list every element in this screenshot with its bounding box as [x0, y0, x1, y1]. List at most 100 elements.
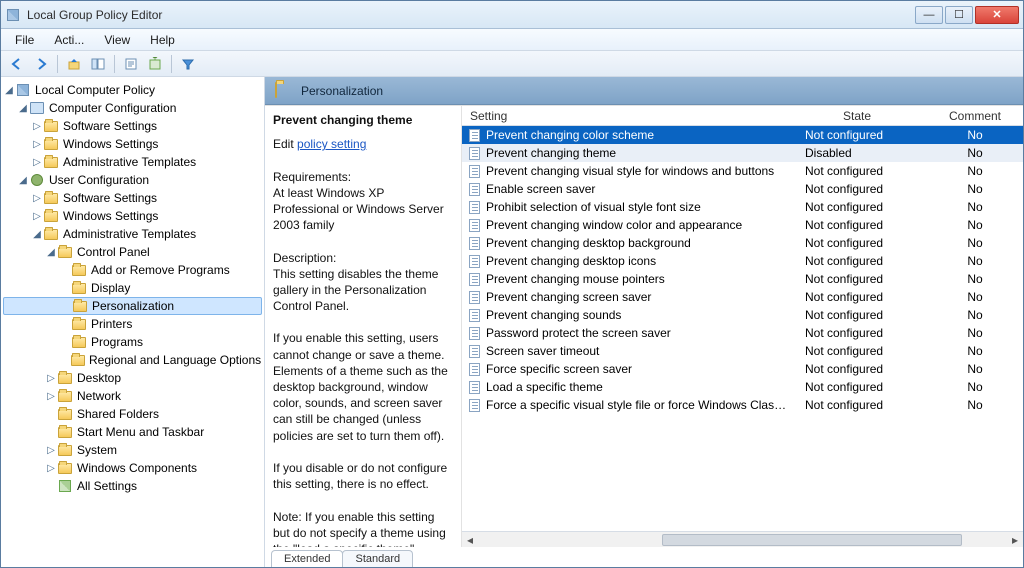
setting-row[interactable]: Prevent changing desktop backgroundNot c…	[462, 234, 1023, 252]
column-state[interactable]: State	[787, 109, 927, 123]
column-comment[interactable]: Comment	[927, 109, 1023, 123]
filter-button[interactable]	[178, 54, 198, 74]
up-button[interactable]	[64, 54, 84, 74]
tree-item[interactable]: Programs	[3, 333, 262, 351]
setting-name: Force a specific visual style file or fo…	[486, 398, 787, 412]
tree-item[interactable]: ▷Desktop	[3, 369, 262, 387]
view-tabs: Extended Standard	[265, 547, 1023, 567]
caret-icon[interactable]: ▷	[45, 391, 57, 402]
tree-item[interactable]: Printers	[3, 315, 262, 333]
tree-item[interactable]: Shared Folders	[3, 405, 262, 423]
properties-button[interactable]	[121, 54, 141, 74]
menu-file[interactable]: File	[5, 31, 44, 49]
column-setting[interactable]: Setting	[466, 109, 787, 123]
caret-icon[interactable]: ◢	[17, 103, 29, 114]
policy-icon	[15, 83, 31, 97]
setting-name: Enable screen saver	[486, 182, 787, 196]
tree-label: Add or Remove Programs	[91, 263, 230, 277]
tree-item[interactable]: Add or Remove Programs	[3, 261, 262, 279]
column-headers: Setting State Comment	[462, 106, 1023, 126]
window-title: Local Group Policy Editor	[27, 8, 915, 22]
setting-row[interactable]: Password protect the screen saverNot con…	[462, 324, 1023, 342]
tree-control-panel[interactable]: ◢Control Panel	[3, 243, 262, 261]
show-tree-button[interactable]	[88, 54, 108, 74]
caret-icon[interactable]: ▷	[31, 121, 43, 132]
setting-row[interactable]: Prohibit selection of visual style font …	[462, 198, 1023, 216]
menu-action[interactable]: Acti...	[44, 31, 94, 49]
setting-row[interactable]: Prevent changing desktop iconsNot config…	[462, 252, 1023, 270]
setting-row[interactable]: Prevent changing mouse pointersNot confi…	[462, 270, 1023, 288]
tree-computer-config[interactable]: ◢ Computer Configuration	[3, 99, 262, 117]
app-window: Local Group Policy Editor — ☐ ✕ File Act…	[0, 0, 1024, 568]
caret-icon[interactable]: ◢	[3, 85, 15, 96]
setting-row[interactable]: Load a specific themeNot configuredNo	[462, 378, 1023, 396]
tree-pane[interactable]: ◢ Local Computer Policy ◢ Computer Confi…	[1, 77, 265, 567]
caret-icon[interactable]: ▷	[45, 463, 57, 474]
scroll-left-icon[interactable]: ◂	[462, 532, 478, 548]
setting-comment: No	[927, 272, 1023, 286]
menu-help[interactable]: Help	[140, 31, 185, 49]
tree-all-settings[interactable]: All Settings	[3, 477, 262, 495]
toolbar-separator	[171, 55, 172, 73]
setting-name: Prevent changing color scheme	[486, 128, 787, 142]
edit-policy-link[interactable]: policy setting	[297, 137, 366, 151]
setting-row[interactable]: Prevent changing themeDisabledNo	[462, 144, 1023, 162]
close-button[interactable]: ✕	[975, 6, 1019, 24]
maximize-button[interactable]: ☐	[945, 6, 973, 24]
scroll-right-icon[interactable]: ▸	[1007, 532, 1023, 548]
tab-extended[interactable]: Extended	[271, 550, 343, 567]
caret-icon[interactable]: ▷	[31, 193, 43, 204]
description-text: If you enable this setting, users cannot…	[273, 330, 453, 443]
caret-icon[interactable]: ▷	[31, 211, 43, 222]
caret-icon[interactable]: ◢	[17, 175, 29, 186]
folder-icon	[57, 425, 73, 439]
tree-item[interactable]: ▷Network	[3, 387, 262, 405]
setting-row[interactable]: Enable screen saverNot configuredNo	[462, 180, 1023, 198]
tree-item[interactable]: ▷Windows Settings	[3, 207, 262, 225]
tree-item[interactable]: ▷Software Settings	[3, 117, 262, 135]
tree-item[interactable]: ▷Windows Settings	[3, 135, 262, 153]
tree-item[interactable]: ▷Windows Components	[3, 459, 262, 477]
tree-label: Shared Folders	[77, 407, 159, 421]
scroll-thumb[interactable]	[662, 534, 962, 546]
setting-row[interactable]: Prevent changing window color and appear…	[462, 216, 1023, 234]
setting-row[interactable]: Screen saver timeoutNot configuredNo	[462, 342, 1023, 360]
setting-row[interactable]: Prevent changing color schemeNot configu…	[462, 126, 1023, 144]
setting-row[interactable]: Prevent changing screen saverNot configu…	[462, 288, 1023, 306]
caret-icon[interactable]: ◢	[31, 229, 43, 240]
folder-icon	[43, 119, 59, 133]
settings-rows: Prevent changing color scheme Not configu…	[462, 126, 1023, 531]
menu-view[interactable]: View	[94, 31, 140, 49]
caret-icon[interactable]: ▷	[45, 373, 57, 384]
tree-item[interactable]: Regional and Language Options	[3, 351, 262, 369]
tree-root[interactable]: ◢ Local Computer Policy	[3, 81, 262, 99]
tree-item[interactable]: Start Menu and Taskbar	[3, 423, 262, 441]
setting-row[interactable]: Prevent changing visual style for window…	[462, 162, 1023, 180]
tree-admin-templates[interactable]: ◢Administrative Templates	[3, 225, 262, 243]
tree-item[interactable]: ▷Software Settings	[3, 189, 262, 207]
caret-icon[interactable]: ▷	[31, 139, 43, 150]
caret-icon[interactable]: ▷	[31, 157, 43, 168]
back-button[interactable]	[7, 54, 27, 74]
forward-button[interactable]	[31, 54, 51, 74]
setting-comment: No	[927, 164, 1023, 178]
export-button[interactable]	[145, 54, 165, 74]
setting-row[interactable]: Force a specific visual style file or fo…	[462, 396, 1023, 414]
tab-standard[interactable]: Standard	[342, 550, 413, 567]
folder-icon	[57, 461, 73, 475]
setting-name: Password protect the screen saver	[486, 326, 787, 340]
caret-icon[interactable]: ▷	[45, 445, 57, 456]
folder-icon	[57, 389, 73, 403]
tree-item[interactable]: ▷System	[3, 441, 262, 459]
caret-icon[interactable]: ◢	[45, 247, 57, 258]
setting-row[interactable]: Prevent changing soundsNot configuredNo	[462, 306, 1023, 324]
setting-comment: No	[927, 218, 1023, 232]
horizontal-scrollbar[interactable]: ◂ ▸	[462, 531, 1023, 547]
tree-item[interactable]: Display	[3, 279, 262, 297]
setting-row[interactable]: Force specific screen saverNot configure…	[462, 360, 1023, 378]
tree-item[interactable]: ▷Administrative Templates	[3, 153, 262, 171]
tree-user-config[interactable]: ◢ User Configuration	[3, 171, 262, 189]
setting-state: Not configured	[787, 380, 927, 394]
tree-personalization[interactable]: Personalization	[3, 297, 262, 315]
minimize-button[interactable]: —	[915, 6, 943, 24]
